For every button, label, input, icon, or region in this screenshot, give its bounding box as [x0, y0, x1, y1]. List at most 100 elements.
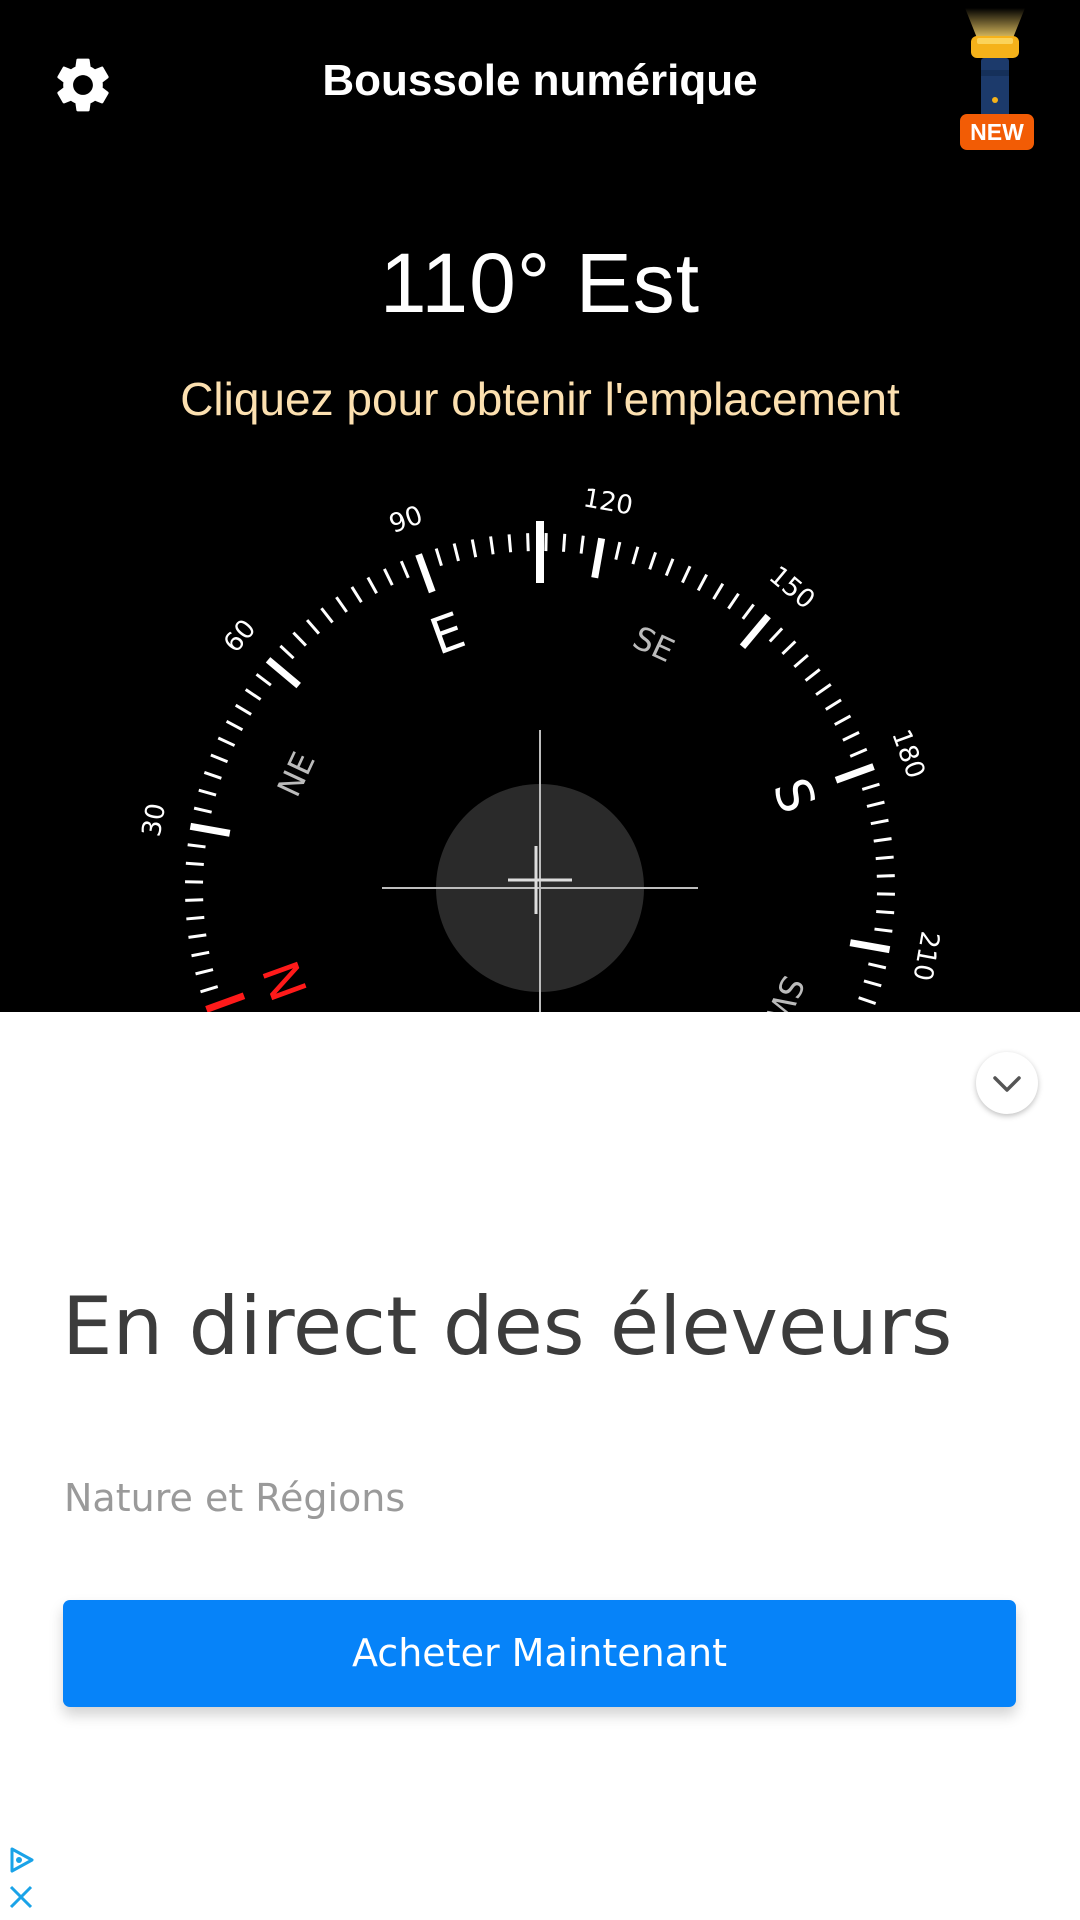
- compass-tick: [335, 596, 348, 613]
- compass-tick: [187, 843, 206, 849]
- compass-tick: [781, 640, 797, 655]
- compass-tick: [868, 962, 887, 970]
- compass-tick: [681, 565, 692, 584]
- ad-headline[interactable]: En direct des éleveurs: [62, 1280, 952, 1373]
- compass-tick: [834, 763, 875, 784]
- compass-tick: [399, 560, 410, 579]
- compass-tick: [874, 927, 893, 933]
- compass-tick: [234, 703, 252, 716]
- compass-tick: [191, 950, 210, 958]
- top-bar: Boussole numérique NEW: [0, 0, 1080, 170]
- adchoices-icon: [10, 1847, 34, 1873]
- compass-tick: [562, 533, 567, 552]
- compass-tick: [870, 818, 889, 826]
- compass-tick: [350, 586, 363, 604]
- compass-intercardinal-label: NE: [270, 746, 323, 802]
- compass-tick: [824, 698, 842, 711]
- compass-tick: [489, 536, 495, 555]
- compass-tick: [279, 644, 295, 660]
- compass-tick: [861, 782, 880, 791]
- compass-tick: [648, 551, 657, 570]
- compass-tick: [768, 627, 784, 643]
- get-location-link[interactable]: Cliquez pour obtenir l'emplacement: [0, 372, 1080, 426]
- compass-tick: [858, 996, 877, 1005]
- compass-tick: [470, 539, 478, 558]
- compass-tick: [739, 613, 771, 649]
- adchoices-button[interactable]: [4, 1843, 38, 1877]
- compass-degree-label: 30: [137, 801, 172, 839]
- compass-tick: [712, 582, 725, 600]
- compass-tick: [452, 543, 460, 562]
- ad-collapse-button[interactable]: [976, 1052, 1038, 1114]
- compass-tick: [217, 736, 236, 747]
- compass-tick: [185, 861, 204, 866]
- ad-sheet: [0, 1012, 1080, 1920]
- chevron-down-icon: [993, 1076, 1021, 1092]
- ad-advertiser: Nature et Régions: [64, 1476, 406, 1520]
- compass-tick: [664, 558, 675, 577]
- compass-tick: [591, 537, 606, 579]
- compass-tick: [383, 568, 394, 586]
- compass-app-screen: 30 60 90 120 150 180 210 E S N NE SE SW Boussole num…: [0, 0, 1080, 1920]
- compass-tick: [804, 668, 821, 682]
- compass-tick: [434, 548, 443, 567]
- compass-tick: [200, 985, 219, 994]
- compass-cardinal-label: N: [252, 953, 319, 1008]
- compass-tick: [185, 898, 204, 902]
- compass-degree-label: 150: [763, 561, 820, 616]
- compass-tick: [866, 800, 885, 808]
- compass-tick: [741, 603, 755, 620]
- compass-tick: [415, 553, 436, 594]
- ad-close-button[interactable]: [4, 1880, 38, 1914]
- compass-tick: [834, 714, 852, 726]
- compass-tick: [507, 534, 513, 553]
- compass-degree-label: 210: [906, 929, 944, 983]
- compass-tick: [205, 992, 246, 1012]
- compass-tick: [188, 933, 207, 939]
- compass-tick: [305, 619, 321, 635]
- compass-tick: [873, 837, 892, 843]
- compass-tick: [727, 592, 740, 610]
- compass-tick: [265, 657, 301, 689]
- compass-degree-label: 120: [581, 483, 635, 521]
- compass-tick: [255, 673, 272, 687]
- compass-tick: [876, 874, 895, 878]
- flashlight-icon: [965, 8, 1025, 118]
- compass-degree-label: 60: [218, 614, 262, 659]
- compass-tick: [210, 753, 229, 764]
- compass-tick: [875, 855, 894, 861]
- compass-tick: [193, 806, 212, 814]
- compass-tick: [366, 576, 378, 594]
- compass-intercardinal-label: SE: [627, 618, 680, 670]
- compass-tick: [189, 822, 231, 837]
- compass-tick: [876, 910, 895, 915]
- compass-tick: [198, 788, 217, 797]
- compass-tick: [793, 653, 809, 669]
- compass-degree-label: 180: [885, 726, 930, 783]
- compass-tick: [815, 683, 832, 696]
- close-icon: [9, 1885, 33, 1909]
- compass-tick: [225, 720, 244, 732]
- compass-tick: [292, 631, 307, 647]
- compass-tick: [526, 533, 530, 552]
- compass-tick: [614, 541, 622, 560]
- compass-cardinal-label: S: [762, 771, 827, 821]
- compass-tick: [842, 731, 860, 742]
- heading-readout: 110° Est: [379, 236, 701, 330]
- compass-cardinal-label: E: [423, 601, 473, 666]
- compass-tick: [849, 747, 868, 758]
- ad-buy-now-button[interactable]: Acheter Maintenant: [63, 1600, 1016, 1707]
- compass-tick: [244, 688, 262, 701]
- compass-tick: [863, 979, 882, 988]
- compass-tick: [195, 968, 214, 976]
- compass-tick: [696, 573, 708, 592]
- compass-intercardinal-label: SW: [756, 970, 812, 1012]
- compass-tick: [320, 607, 334, 624]
- compass-tick: [631, 546, 640, 565]
- compass-degree-label: 90: [385, 500, 426, 540]
- compass-tick: [203, 771, 222, 780]
- compass-tick: [579, 535, 585, 554]
- compass-tick: [186, 915, 205, 921]
- compass-tick: [849, 939, 891, 954]
- new-badge: NEW: [960, 114, 1034, 150]
